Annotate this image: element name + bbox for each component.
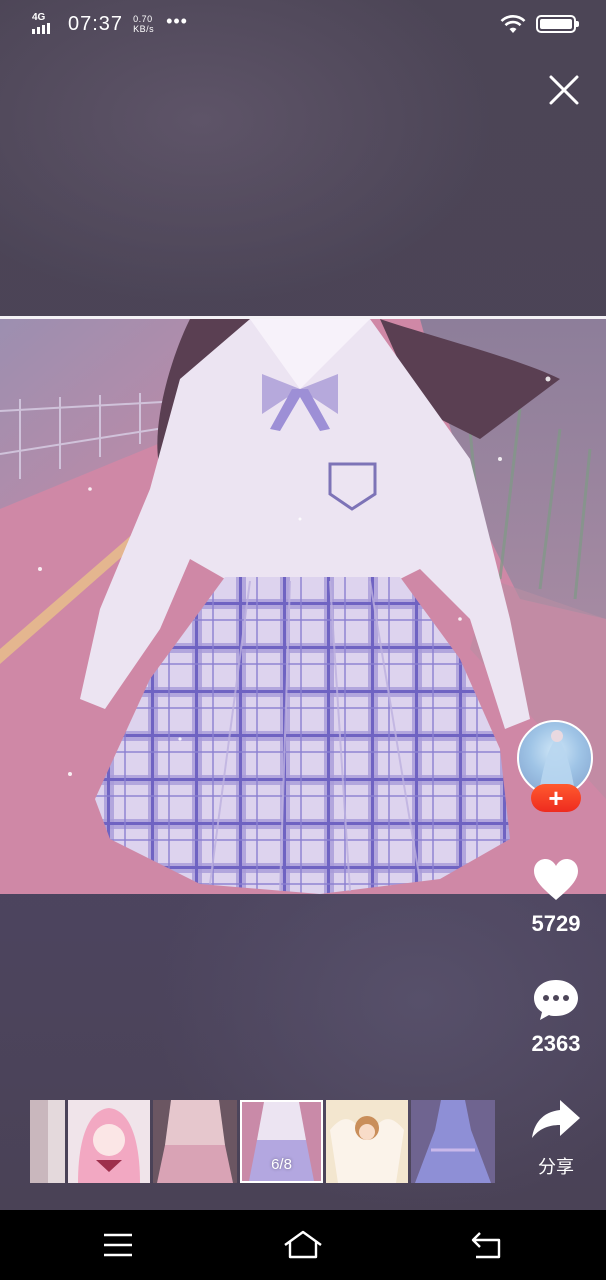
clock: 07:37 — [68, 12, 124, 35]
system-nav-bar — [0, 1210, 606, 1280]
network-speed: 0.70 KB/s — [133, 14, 154, 34]
status-bar: 4G 07:37 0.70 KB/s ••• — [0, 0, 606, 48]
status-left: 4G 07:37 0.70 KB/s ••• — [32, 10, 188, 36]
author-avatar[interactable]: + — [517, 720, 595, 816]
comment-icon — [534, 980, 578, 1020]
like-count: 5729 — [531, 911, 581, 936]
heart-icon — [534, 859, 578, 900]
back-icon — [471, 1232, 501, 1259]
share-label: 分享 — [538, 1157, 574, 1177]
thumbnail-strip: 6/8 — [30, 1100, 500, 1183]
more-notifications-icon: ••• — [166, 10, 188, 31]
follow-button[interactable]: + — [531, 784, 581, 812]
like-button[interactable]: 5729 — [516, 858, 596, 937]
speed-unit: KB/s — [133, 24, 155, 34]
home-button[interactable] — [283, 1228, 323, 1262]
comment-count: 2363 — [531, 1031, 581, 1056]
thumb-pink-uniform[interactable] — [153, 1100, 237, 1183]
comment-button[interactable]: 2363 — [516, 978, 596, 1057]
menu-icon — [104, 1233, 132, 1257]
status-right — [500, 14, 579, 34]
share-button[interactable]: 分享 — [516, 1098, 596, 1179]
speed-value: 0.70 — [133, 14, 153, 24]
photo-illustration — [0, 319, 606, 894]
close-icon — [549, 75, 579, 105]
image-index: 6/8 — [271, 1156, 292, 1173]
thumb-partial[interactable] — [30, 1100, 65, 1183]
thumb-current[interactable]: 6/8 — [240, 1100, 323, 1183]
back-button[interactable] — [468, 1228, 508, 1262]
battery-icon — [536, 15, 579, 33]
share-icon — [532, 1100, 580, 1138]
home-icon — [284, 1230, 322, 1259]
wifi-icon — [500, 15, 526, 33]
thumb-anime-angel[interactable] — [326, 1100, 408, 1183]
close-button[interactable] — [546, 72, 582, 108]
network-type: 4G — [32, 12, 46, 23]
thumb-blue-dress[interactable] — [411, 1100, 495, 1183]
main-photo[interactable] — [0, 316, 606, 894]
menu-button[interactable] — [100, 1228, 140, 1262]
signal-icon: 4G — [32, 13, 58, 35]
thumb-anime-pink[interactable] — [68, 1100, 150, 1183]
